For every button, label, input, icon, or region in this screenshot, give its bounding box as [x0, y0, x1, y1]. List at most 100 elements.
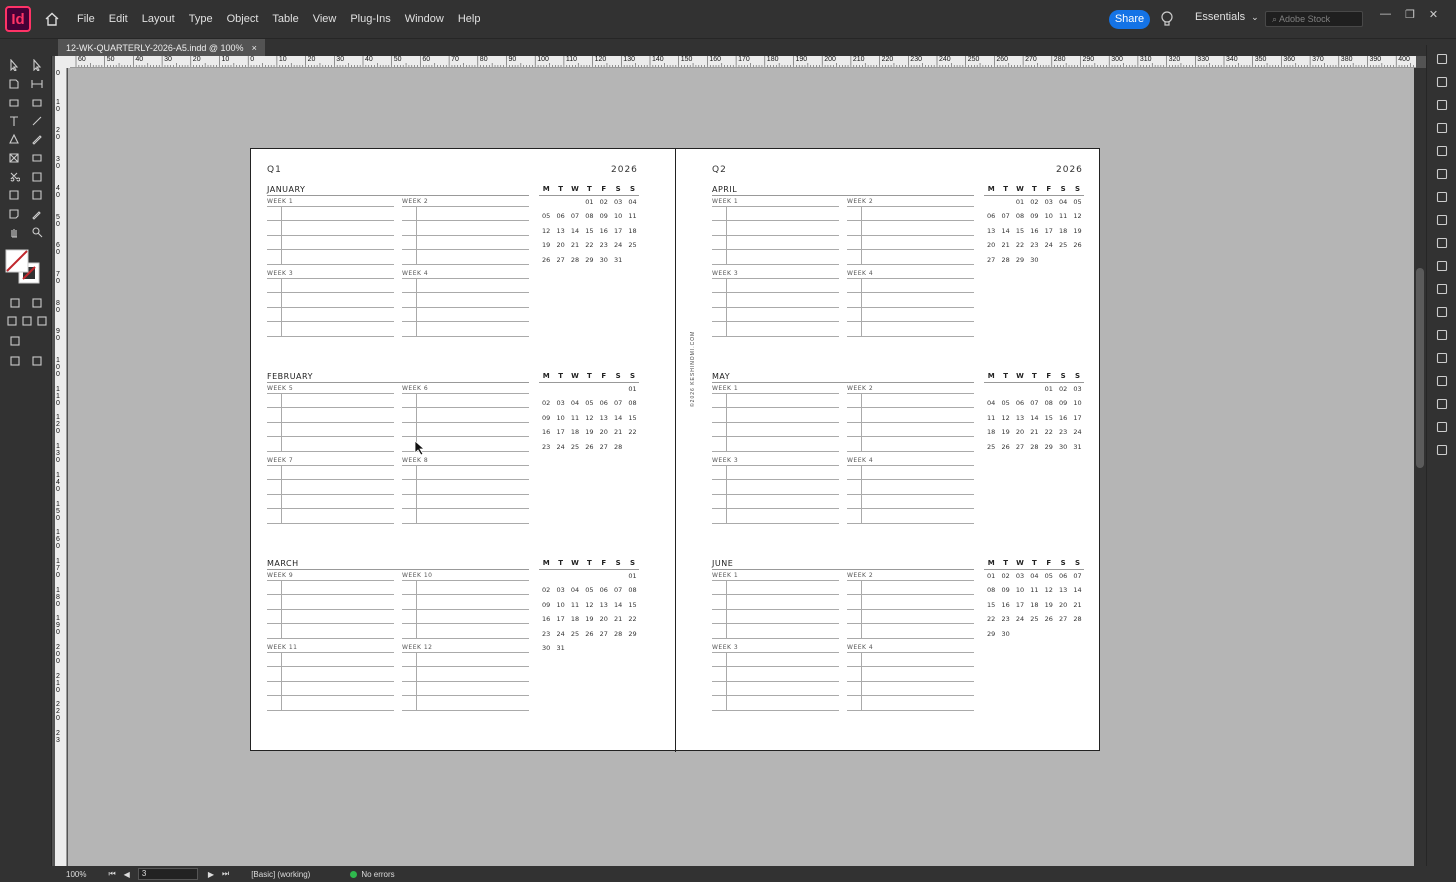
menu-table[interactable]: Table: [265, 0, 305, 38]
adobe-stock-search[interactable]: ⌕ Adobe Stock: [1265, 11, 1363, 27]
page-tool-icon[interactable]: [7, 77, 21, 91]
left-page[interactable]: Q1 2026 JANUARY WEEK 1 WEEK 2 WEEK 3 WEEK 4MTW…: [251, 149, 675, 752]
rectangle-frame-tool-icon[interactable]: [7, 151, 21, 165]
document-tab[interactable]: 12-WK-QUARTERLY-2026-A5.indd @ 100% ×: [58, 39, 265, 57]
week-notes-box[interactable]: WEEK 5: [267, 385, 394, 452]
character-styles-icon[interactable]: [1435, 329, 1449, 341]
menu-plugins[interactable]: Plug-Ins: [343, 0, 397, 38]
menu-window[interactable]: Window: [398, 0, 451, 38]
vertical-ruler[interactable]: 0 1 0 2 0 3 0 4 0 5 0 6 0 7 0 8 0 9 0 1 0 0 1 1 0 1 …: [55, 68, 67, 868]
menu-help[interactable]: Help: [451, 0, 488, 38]
formatting-container-icon[interactable]: [8, 296, 22, 310]
links-panel-icon[interactable]: [1435, 145, 1449, 157]
cell-styles-icon[interactable]: [1435, 398, 1449, 410]
week-notes-box[interactable]: WEEK 8: [402, 457, 529, 524]
table-styles-icon[interactable]: [1435, 375, 1449, 387]
apply-gradient-icon[interactable]: [20, 314, 34, 328]
first-page-icon[interactable]: ⏮: [108, 869, 115, 879]
properties-panel-icon[interactable]: [1435, 99, 1449, 111]
zoom-level[interactable]: 100%: [66, 870, 86, 879]
vertical-scrollbar[interactable]: [1414, 68, 1426, 868]
apply-color-icon[interactable]: [5, 314, 19, 328]
week-notes-box[interactable]: WEEK 9: [267, 572, 394, 639]
week-notes-box[interactable]: WEEK 2: [847, 198, 974, 265]
week-notes-box[interactable]: WEEK 4: [847, 457, 974, 524]
week-notes-box[interactable]: WEEK 1: [267, 198, 394, 265]
week-notes-box[interactable]: WEEK 2: [402, 198, 529, 265]
eyedropper-tool-icon[interactable]: [30, 207, 44, 221]
direct-selection-tool-icon[interactable]: [30, 58, 44, 72]
line-tool-icon[interactable]: [30, 114, 44, 128]
fill-stroke-swatch[interactable]: [5, 249, 45, 287]
week-notes-box[interactable]: WEEK 1: [712, 198, 839, 265]
normal-view-icon[interactable]: [8, 354, 22, 368]
restore-button[interactable]: ❐: [1405, 8, 1415, 21]
character-panel-icon[interactable]: [1435, 283, 1449, 295]
week-notes-box[interactable]: WEEK 7: [267, 457, 394, 524]
share-button[interactable]: Share: [1109, 10, 1150, 29]
next-page-icon[interactable]: ▶: [208, 870, 214, 879]
free-transform-tool-icon[interactable]: [30, 170, 44, 184]
close-button[interactable]: ✕: [1429, 8, 1438, 21]
menu-type[interactable]: Type: [182, 0, 220, 38]
week-notes-box[interactable]: WEEK 1: [712, 572, 839, 639]
page-spread[interactable]: Q1 2026 JANUARY WEEK 1 WEEK 2 WEEK 3 WEEK 4MTW…: [250, 148, 1100, 752]
week-notes-box[interactable]: WEEK 3: [712, 644, 839, 711]
week-notes-box[interactable]: WEEK 10: [402, 572, 529, 639]
menu-object[interactable]: Object: [220, 0, 266, 38]
preview-mode-icon[interactable]: [30, 354, 44, 368]
type-tool-icon[interactable]: [7, 114, 21, 128]
effects-panel-icon[interactable]: [1435, 260, 1449, 272]
ruler-origin[interactable]: [55, 56, 70, 68]
menu-view[interactable]: View: [306, 0, 344, 38]
stroke-panel-icon[interactable]: [1435, 168, 1449, 180]
home-icon[interactable]: [42, 9, 62, 29]
horizontal-ruler[interactable]: 60 50 40 30 20 10 0 10 20 30 40 50 60 70 80 90 100 110 120…: [70, 56, 1416, 68]
color-panel-icon[interactable]: [1435, 191, 1449, 203]
week-notes-box[interactable]: WEEK 2: [847, 385, 974, 452]
content-collector-icon[interactable]: [7, 95, 21, 109]
pages-panel-icon[interactable]: [1435, 53, 1449, 65]
week-notes-box[interactable]: WEEK 6: [402, 385, 529, 452]
menu-file[interactable]: File: [70, 0, 102, 38]
workspace-switcher[interactable]: Essentials ⌄: [1195, 11, 1259, 23]
page-number-field[interactable]: 3: [137, 868, 198, 880]
table-panel-icon[interactable]: [1435, 352, 1449, 364]
minimize-button[interactable]: —: [1380, 8, 1391, 21]
gradient-swatch-tool-icon[interactable]: [7, 188, 21, 202]
preflight-status[interactable]: No errors: [361, 870, 394, 879]
pen-tool-icon[interactable]: [7, 132, 21, 146]
object-styles-icon[interactable]: [1435, 421, 1449, 433]
right-page[interactable]: Q2 2026 APRIL WEEK 1 WEEK 2 WEEK 3 WEEK 4MTWTF…: [676, 149, 1100, 752]
gradient-panel-icon[interactable]: [1435, 237, 1449, 249]
glyphs-panel-icon[interactable]: [1435, 444, 1449, 456]
layers-panel-icon[interactable]: [1435, 76, 1449, 88]
week-notes-box[interactable]: WEEK 3: [267, 270, 394, 337]
note-tool-icon[interactable]: [7, 207, 21, 221]
preflight-profile[interactable]: [Basic] (working): [251, 870, 310, 879]
view-mode-icon[interactable]: [8, 334, 22, 348]
week-notes-box[interactable]: WEEK 4: [847, 644, 974, 711]
last-page-icon[interactable]: ⏭: [222, 869, 229, 879]
week-notes-box[interactable]: WEEK 4: [847, 270, 974, 337]
apply-none-icon[interactable]: [35, 314, 49, 328]
gradient-feather-tool-icon[interactable]: [30, 188, 44, 202]
week-notes-box[interactable]: WEEK 4: [402, 270, 529, 337]
week-notes-box[interactable]: WEEK 12: [402, 644, 529, 711]
formatting-text-icon[interactable]: [30, 296, 44, 310]
week-notes-box[interactable]: WEEK 1: [712, 385, 839, 452]
week-notes-box[interactable]: WEEK 2: [847, 572, 974, 639]
week-notes-box[interactable]: WEEK 11: [267, 644, 394, 711]
menu-layout[interactable]: Layout: [135, 0, 182, 38]
paragraph-panel-icon[interactable]: [1435, 306, 1449, 318]
previous-page-icon[interactable]: ◀: [124, 870, 130, 879]
swatches-panel-icon[interactable]: [1435, 214, 1449, 226]
zoom-tool-icon[interactable]: [30, 225, 44, 239]
content-placer-icon[interactable]: [30, 95, 44, 109]
scrollbar-thumb[interactable]: [1416, 268, 1424, 468]
scissors-tool-icon[interactable]: [7, 170, 21, 184]
week-notes-box[interactable]: WEEK 3: [712, 270, 839, 337]
selection-tool-icon[interactable]: [7, 58, 21, 72]
lightbulb-icon[interactable]: [1160, 10, 1176, 28]
rectangle-tool-icon[interactable]: [30, 151, 44, 165]
